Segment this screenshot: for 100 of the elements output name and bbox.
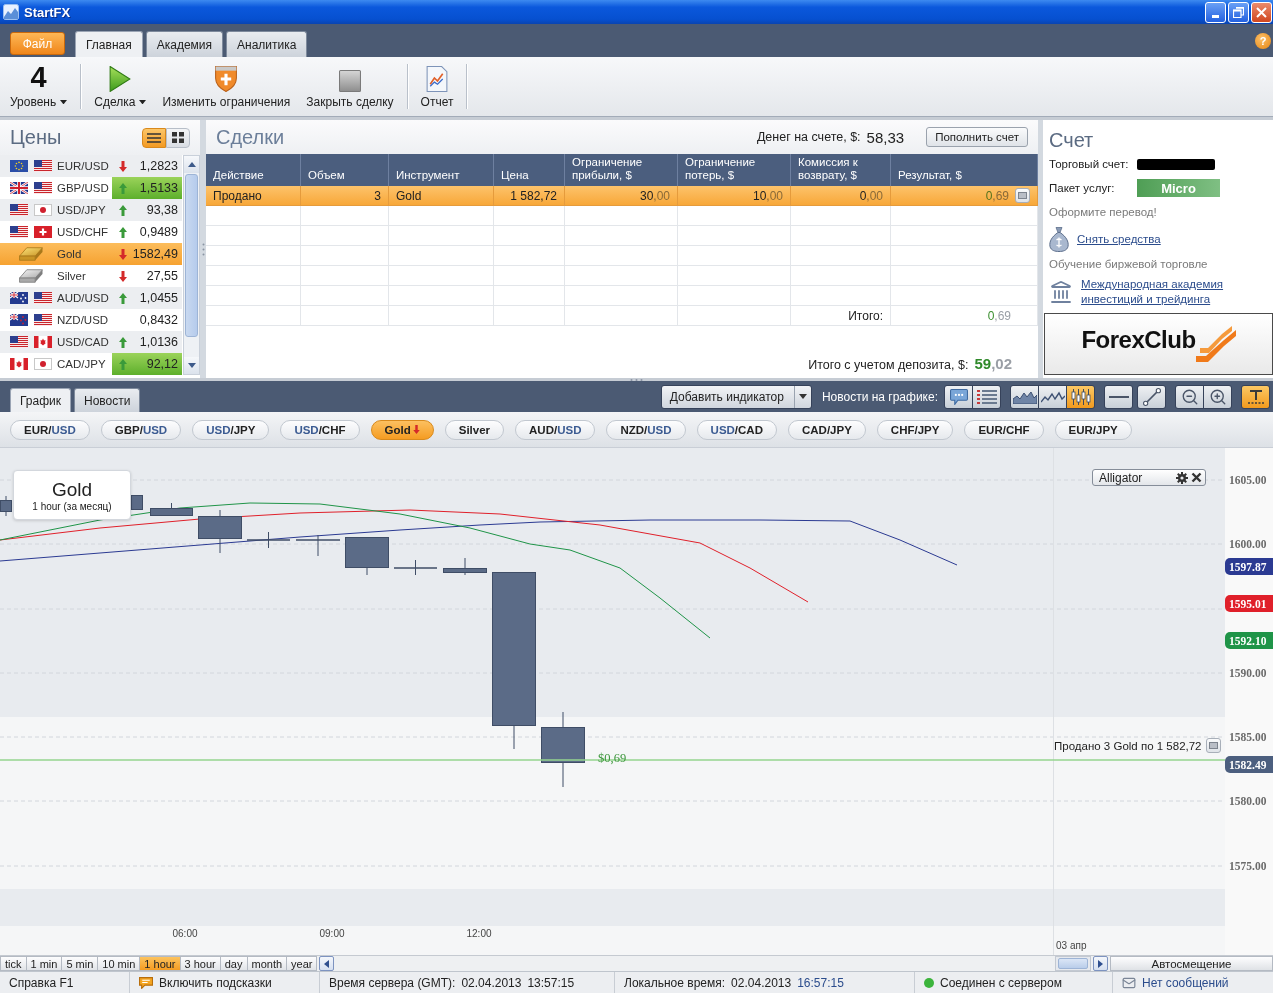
price-row[interactable]: USD/JPY 93,38: [0, 199, 182, 221]
instrument-button[interactable]: AUD/USD: [515, 419, 596, 440]
gear-icon[interactable]: [1176, 471, 1188, 484]
academy-link[interactable]: Международная академия инвестиций и трейдинга: [1081, 277, 1241, 307]
hint-text: Оформите перевод!: [1049, 206, 1157, 218]
money-bag-icon: [1049, 226, 1069, 252]
ribbon-tab[interactable]: Главная: [75, 31, 143, 57]
close-button[interactable]: [1251, 1, 1272, 23]
instrument-name: Silver: [57, 270, 87, 282]
column-header: Результат, $: [891, 154, 1038, 186]
axis-label: 09:00: [319, 928, 345, 939]
square-button[interactable]: [1015, 188, 1030, 203]
timeframe-button[interactable]: 5 min: [62, 956, 99, 971]
grid-view-button[interactable]: [166, 127, 190, 148]
price-row[interactable]: USD/CAD 1,0136: [0, 331, 182, 353]
price-badge: 1595.01: [1225, 595, 1273, 612]
flag-icon: [10, 336, 28, 348]
withdraw-link[interactable]: Снять средства: [1077, 231, 1161, 247]
close-deal-button[interactable]: Закрыть сделку: [298, 57, 402, 116]
news-list-button[interactable]: [972, 384, 1001, 409]
scroll-up-button[interactable]: [184, 156, 199, 173]
maximize-button[interactable]: [1228, 1, 1249, 23]
instrument-button[interactable]: USD/CAD: [696, 419, 777, 440]
timeframe-button[interactable]: month: [247, 956, 288, 971]
area-chart-icon: [1012, 389, 1037, 404]
axis-label: 12:00: [466, 928, 492, 939]
price-row[interactable]: EUR/USD 1,2823: [0, 155, 182, 177]
scale-toggle-button[interactable]: [1241, 384, 1270, 409]
timeframe-button[interactable]: 10 min: [98, 956, 141, 971]
flag-icon: [34, 292, 52, 304]
add-indicator-dropdown[interactable]: Добавить индикатор: [660, 384, 812, 409]
chart-tab[interactable]: График: [10, 388, 71, 412]
caret-down-icon: [798, 394, 807, 399]
zoom-out-icon: [1180, 387, 1199, 406]
instrument-button[interactable]: CAD/JPY: [788, 419, 866, 440]
flag-icon: [34, 314, 52, 326]
price-row[interactable]: AUD/USD 1,0455: [0, 287, 182, 309]
restore-icon: [1233, 6, 1244, 18]
timeframe-button[interactable]: 1 hour: [140, 956, 181, 971]
candle: [198, 509, 242, 554]
scroll-down-button[interactable]: [184, 357, 199, 374]
minimize-button[interactable]: [1205, 1, 1226, 23]
instrument-name: EUR/USD: [57, 160, 110, 172]
list-icon: [147, 132, 161, 143]
server-date: 02.04.2013: [461, 975, 522, 990]
deposit-total-value: 59,02: [974, 355, 1012, 372]
close-icon[interactable]: [1191, 472, 1202, 483]
scroll-right-button[interactable]: [1093, 956, 1108, 971]
autoscroll-button[interactable]: Автосмещение: [1110, 956, 1273, 971]
hints-toggle[interactable]: Включить подсказки: [159, 975, 272, 990]
news-bubbles-button[interactable]: [944, 384, 973, 409]
deposit-button[interactable]: Пополнить счет: [926, 127, 1028, 147]
axis-label: 1605.00: [1229, 473, 1267, 487]
ingot-icon: [19, 269, 43, 283]
column-header: Инструмент: [389, 154, 494, 186]
messages-link[interactable]: Нет сообщений: [1142, 975, 1229, 990]
instrument-name: AUD/USD: [57, 292, 110, 304]
price-row[interactable]: Gold 1582,49: [0, 243, 182, 265]
instrument-button[interactable]: CHF/JPY: [876, 419, 954, 440]
candle: [295, 534, 341, 557]
list-view-button[interactable]: [142, 127, 166, 148]
chart-tab[interactable]: Новости: [74, 388, 141, 412]
instrument-button[interactable]: EUR/CHF: [964, 419, 1044, 440]
price: 1,2823: [139, 159, 178, 173]
instrument-button[interactable]: GBP/USD: [100, 419, 182, 440]
instrument-button[interactable]: EUR/USD: [10, 419, 90, 440]
app-icon: [3, 4, 19, 20]
instrument-button[interactable]: Gold: [370, 419, 434, 440]
instrument-button[interactable]: EUR/JPY: [1054, 419, 1132, 440]
timeframe-button[interactable]: day: [220, 956, 248, 971]
timeframe-button[interactable]: year: [287, 956, 318, 971]
report-button[interactable]: Отчет: [412, 57, 462, 116]
horizontal-line-button[interactable]: [1104, 384, 1133, 409]
zoom-out-button[interactable]: [1175, 384, 1204, 409]
instrument-button[interactable]: USD/JPY: [192, 419, 270, 440]
scrollbar-thumb[interactable]: [185, 174, 198, 337]
instrument-button[interactable]: Silver: [444, 419, 505, 440]
timeframe-button[interactable]: 3 hour: [180, 956, 221, 971]
trend-line-button[interactable]: [1137, 384, 1166, 409]
candlestick-chart-button[interactable]: [1066, 384, 1095, 409]
field-label: Торговый счет:: [1049, 158, 1129, 170]
instrument-name: GBP/USD: [57, 182, 110, 194]
table-row[interactable]: Продано 3 Gold 1 582,72 30,00 10,00 0,00 0,69: [206, 186, 1038, 206]
timeframe-button[interactable]: 1 min: [26, 956, 63, 971]
hint-text: Обучение биржевой торговле: [1049, 258, 1208, 270]
scroll-left-button[interactable]: [319, 956, 335, 971]
zoom-in-button[interactable]: [1203, 384, 1232, 409]
edit-limits-button[interactable]: Изменить ограничения: [154, 57, 299, 116]
instrument-button[interactable]: NZD/USD: [606, 419, 686, 440]
ribbon-tab[interactable]: Академия: [145, 31, 223, 57]
area-chart-button[interactable]: [1010, 384, 1039, 409]
axis-label: 1590.00: [1229, 666, 1267, 680]
deal-button[interactable]: Сделка: [86, 57, 155, 116]
level-button[interactable]: 4 Уровень: [2, 57, 76, 116]
ribbon-tab[interactable]: Аналитика: [226, 31, 308, 57]
line-chart-button[interactable]: [1038, 384, 1067, 409]
square-button[interactable]: [1205, 738, 1221, 753]
instrument-button[interactable]: USD/CHF: [280, 419, 360, 440]
timeframe-button[interactable]: tick: [0, 956, 27, 971]
deposit-total-label: Итого с учетом депозита, $:: [808, 358, 969, 372]
